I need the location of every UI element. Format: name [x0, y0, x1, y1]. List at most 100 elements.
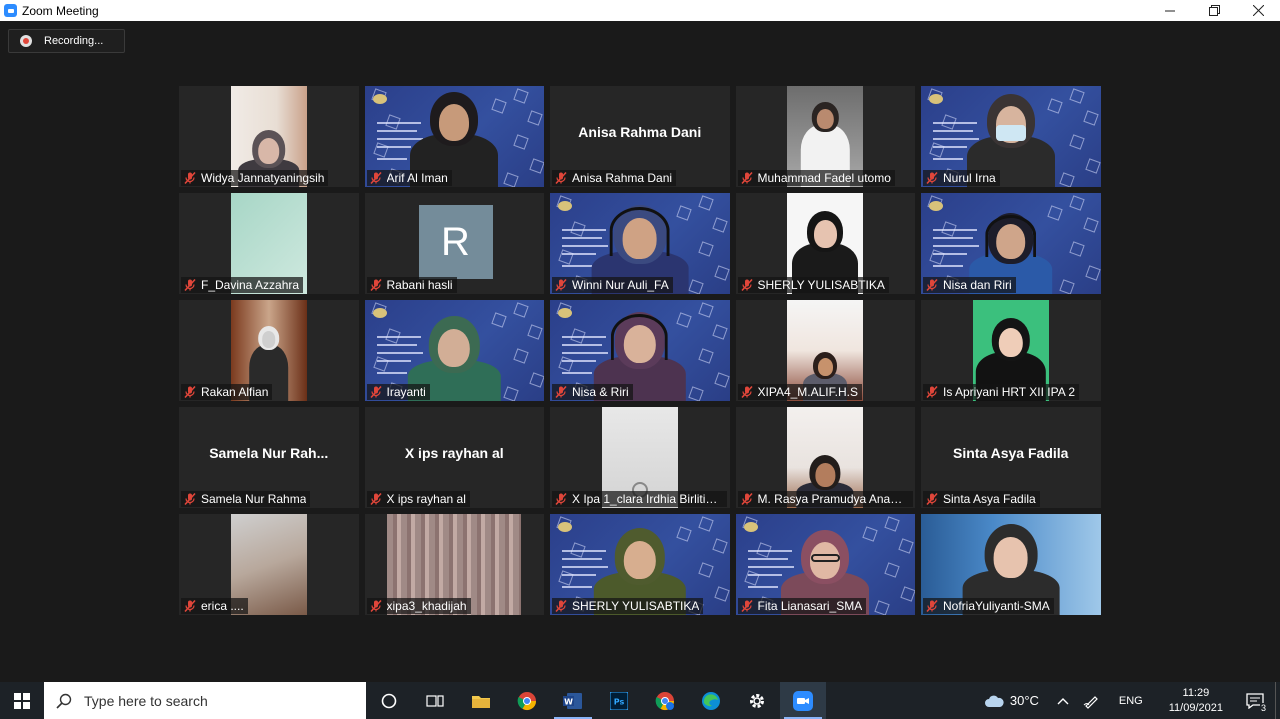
- muted-mic-icon: [555, 599, 567, 613]
- participant-name-label: Sinta Asya Fadila: [923, 491, 1040, 507]
- participant-name-label: XIPA4_M.ALIF.H.S: [737, 384, 862, 400]
- participant-name: Rabani hasli: [386, 278, 453, 292]
- word-button[interactable]: W: [550, 682, 596, 719]
- participant-name-label: Muhammad Fadel utomo: [737, 170, 895, 186]
- participant-tile[interactable]: Irayanti: [364, 300, 544, 401]
- pen-icon[interactable]: [1083, 693, 1099, 709]
- participant-tile[interactable]: SHERLY YULISABTIKA: [550, 514, 730, 615]
- participant-name: X Ipa 1_clara Irdhia Birlitika...: [572, 492, 723, 506]
- participant-tile[interactable]: xipa3_khadijah: [364, 514, 544, 615]
- participant-name-label: SHERLY YULISABTIKA: [552, 598, 704, 614]
- edge-icon: [702, 691, 720, 710]
- participant-tile[interactable]: Nurul Irna: [921, 86, 1101, 187]
- photoshop-button[interactable]: Ps: [596, 682, 642, 719]
- participant-name: Samela Nur Rahma: [201, 492, 307, 506]
- participant-tile[interactable]: X Ipa 1_clara Irdhia Birlitika...: [550, 407, 730, 508]
- participant-name: Irayanti: [386, 385, 426, 399]
- chrome-profile-button[interactable]: [642, 682, 688, 719]
- participant-name-label: X ips rayhan al: [366, 491, 470, 507]
- settings-button[interactable]: [734, 682, 780, 719]
- participant-tile[interactable]: X ips rayhan al X ips rayhan al: [364, 407, 544, 508]
- taskbar-search[interactable]: Type here to search: [44, 682, 366, 719]
- participant-tile[interactable]: Samela Nur Rah... Samela Nur Rahma: [179, 407, 359, 508]
- muted-mic-icon: [926, 599, 938, 613]
- zoom-taskbar-button[interactable]: [780, 682, 826, 719]
- participant-tile[interactable]: Fita Lianasari_SMA: [735, 514, 915, 615]
- participant-tile[interactable]: SHERLY YULISABTIKA: [735, 193, 915, 294]
- participant-tile[interactable]: Anisa Rahma Dani Anisa Rahma Dani: [550, 86, 730, 187]
- minimize-button[interactable]: [1148, 0, 1192, 21]
- participant-tile[interactable]: Nisa dan Riri: [921, 193, 1101, 294]
- word-icon: W: [563, 692, 582, 709]
- clock-time: 11:29: [1182, 686, 1210, 699]
- clock-date: 11/09/2021: [1168, 701, 1223, 714]
- participant-name-label: Is Apriyani HRT XII IPA 2: [923, 384, 1080, 400]
- participant-name: X ips rayhan al: [386, 492, 466, 506]
- participant-name: NofriaYuliyanti-SMA: [943, 599, 1050, 613]
- muted-mic-icon: [184, 385, 196, 399]
- participant-tile[interactable]: Rakan Alfian: [179, 300, 359, 401]
- participant-tile[interactable]: erica ....: [179, 514, 359, 615]
- chrome-profile-icon: [655, 691, 674, 710]
- participant-name-label: Anisa Rahma Dani: [552, 170, 677, 186]
- participant-name-label: Nisa dan Riri: [923, 277, 1016, 293]
- meeting-area: Recording... Widya Jannatyaningsih Arif A…: [0, 21, 1280, 682]
- muted-mic-icon: [184, 278, 196, 292]
- participant-name: Nurul Irna: [943, 171, 996, 185]
- participant-name-label: Widya Jannatyaningsih: [181, 170, 329, 186]
- window-controls: [1148, 0, 1280, 21]
- participant-name-label: Nisa & Riri: [552, 384, 633, 400]
- record-icon: [20, 35, 32, 47]
- participant-name: Nisa & Riri: [572, 385, 629, 399]
- avatar: R: [418, 205, 493, 279]
- participant-display-name: Sinta Asya Fadila: [953, 445, 1069, 461]
- participant-name-label: Samela Nur Rahma: [181, 491, 311, 507]
- svg-text:W: W: [564, 697, 573, 706]
- start-button[interactable]: [0, 682, 44, 719]
- chrome-button[interactable]: [504, 682, 550, 719]
- title-bar: Zoom Meeting: [0, 0, 1280, 21]
- close-button[interactable]: [1236, 0, 1280, 21]
- window-title: Zoom Meeting: [22, 3, 99, 18]
- show-desktop-button[interactable]: [1275, 682, 1280, 719]
- participant-tile[interactable]: R Rabani hasli: [364, 193, 544, 294]
- participant-tile[interactable]: Winni Nur Auli_FA: [550, 193, 730, 294]
- restore-button[interactable]: [1192, 0, 1236, 21]
- muted-mic-icon: [740, 599, 753, 613]
- participant-name-label: Irayanti: [366, 384, 430, 400]
- participant-tile-active-speaker[interactable]: Arif Al Iman: [364, 86, 544, 187]
- cortana-icon: [381, 693, 397, 708]
- participant-tile[interactable]: Muhammad Fadel utomo: [735, 86, 915, 187]
- participant-tile[interactable]: Is Apriyani HRT XII IPA 2: [921, 300, 1101, 401]
- muted-mic-icon: [369, 492, 382, 506]
- participant-name-label: erica ....: [181, 598, 248, 614]
- muted-mic-icon: [926, 385, 938, 399]
- participant-name-label: xipa3_khadijah: [366, 598, 471, 614]
- participant-name-label: M. Rasya Pramudya Anand...: [737, 491, 913, 507]
- participant-name: F_Davina Azzahra: [201, 278, 300, 292]
- participant-tile[interactable]: Sinta Asya Fadila Sinta Asya Fadila: [921, 407, 1101, 508]
- input-language[interactable]: ENG: [1119, 695, 1143, 707]
- task-view-button[interactable]: [412, 682, 458, 719]
- participant-name-label: Rakan Alfian: [181, 384, 273, 400]
- temperature[interactable]: 30°C: [1010, 693, 1039, 708]
- participant-tile[interactable]: M. Rasya Pramudya Anand...: [735, 407, 915, 508]
- participant-tile[interactable]: F_Davina Azzahra: [179, 193, 359, 294]
- participant-tile[interactable]: Widya Jannatyaningsih: [179, 86, 359, 187]
- notifications-button[interactable]: 3: [1235, 682, 1275, 719]
- clock[interactable]: 11:29 11/09/2021: [1169, 686, 1223, 716]
- notification-count: 3: [1259, 703, 1267, 713]
- participant-tile[interactable]: Nisa & Riri: [550, 300, 730, 401]
- file-explorer-button[interactable]: [458, 682, 504, 719]
- participant-tile[interactable]: XIPA4_M.ALIF.H.S: [735, 300, 915, 401]
- muted-mic-icon: [184, 492, 196, 506]
- participant-display-name: Anisa Rahma Dani: [578, 124, 702, 140]
- recording-indicator[interactable]: Recording...: [8, 29, 125, 53]
- cortana-button[interactable]: [366, 682, 412, 719]
- windows-taskbar: Type here to search W Ps 30°C ENG 11:29 …: [0, 682, 1280, 719]
- weather-cloud-icon[interactable]: [984, 694, 1004, 708]
- chevron-up-icon[interactable]: [1057, 697, 1069, 705]
- edge-button[interactable]: [688, 682, 734, 719]
- participant-tile[interactable]: NofriaYuliyanti-SMA: [921, 514, 1101, 615]
- participant-name-label: Fita Lianasari_SMA: [737, 598, 867, 614]
